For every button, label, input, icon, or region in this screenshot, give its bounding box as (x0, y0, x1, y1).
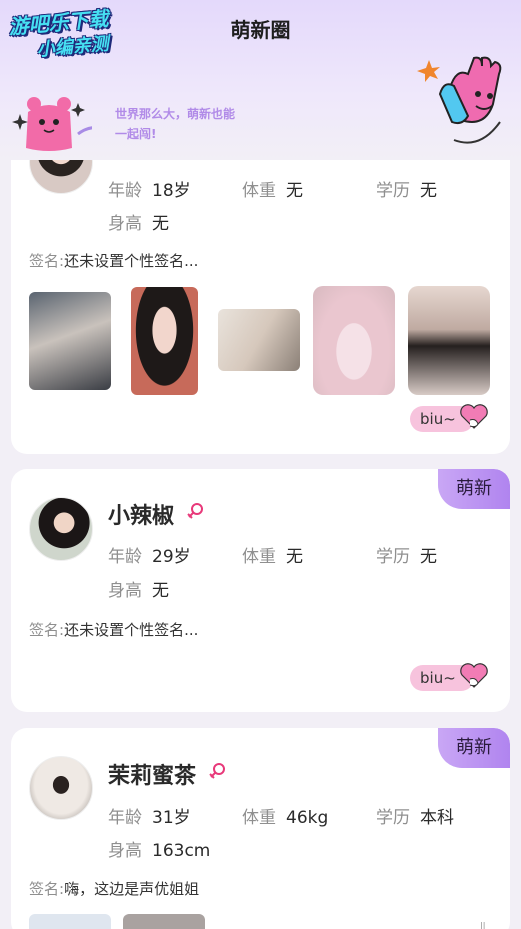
photo-2[interactable] (131, 287, 198, 395)
biu-button[interactable]: biu~ (410, 398, 492, 434)
stat-height: 身高无 (108, 581, 169, 601)
avatar[interactable] (29, 756, 93, 820)
photo-3[interactable] (218, 309, 300, 371)
biu-button[interactable]: biu~ (410, 657, 492, 693)
waving-hand-icon (417, 56, 502, 144)
stat-age: 年龄 29岁 (108, 547, 191, 567)
female-symbol-icon (187, 503, 203, 519)
mascot-icon (12, 97, 92, 151)
page-title: 萌新圈 (230, 18, 291, 42)
user-name: 茉莉蜜茶 (108, 764, 197, 789)
avatar[interactable] (29, 497, 93, 561)
signature: 签名:嗨，这边是声优姐姐 (29, 880, 200, 898)
stat-height: 身高无 (108, 214, 169, 234)
stat-education: 学历无 (376, 181, 437, 201)
signature: 签名:还未设置个性签名... (29, 252, 199, 270)
photo-1[interactable] (29, 914, 111, 929)
stat-weight: 体重 46kg (242, 808, 329, 828)
heart-hand-icon (460, 404, 488, 429)
stat-education: 学历无 (376, 547, 437, 567)
photo-5[interactable] (408, 286, 490, 395)
female-symbol-icon (209, 763, 225, 779)
user-card[interactable]: 萌新 茉莉蜜茶 年龄 31岁 体重 46kg 学历 本科 身高 163cm 签名:嗨，这… (11, 728, 510, 929)
stat-weight: 体重无 (242, 547, 303, 567)
signature: 签名:还未设置个性签名... (29, 621, 199, 639)
stat-age: 年龄 31岁 (108, 808, 191, 828)
slogan: 世界那么大，萌新也能 一起闯! (115, 107, 236, 141)
stat-age: 年龄 18岁 (108, 181, 191, 201)
photo-1[interactable] (29, 292, 111, 390)
header: 游吧乐下载 小编亲测 萌新圈 世界那么大，萌新也能 一起闯! (0, 0, 521, 160)
user-card[interactable]: 年龄 18岁 体重无 学历无 身高无 签名:还未设置个性签名... biu~ (11, 120, 510, 454)
user-card[interactable]: 萌新 小辣椒 年龄 29岁 体重无 学历无 身高无 签名:还未设置个性签名... … (11, 469, 510, 712)
photo-2[interactable] (123, 914, 205, 929)
photo-4[interactable] (313, 286, 395, 395)
heart-hand-icon (460, 663, 488, 688)
scroll-indicator: || (480, 921, 486, 929)
stat-height: 身高 163cm (108, 841, 211, 861)
user-name: 小辣椒 (108, 504, 175, 529)
newbie-badge: 萌新 (438, 469, 510, 509)
newbie-badge: 萌新 (438, 728, 510, 768)
stat-education: 学历 本科 (376, 808, 454, 828)
stat-weight: 体重无 (242, 181, 303, 201)
